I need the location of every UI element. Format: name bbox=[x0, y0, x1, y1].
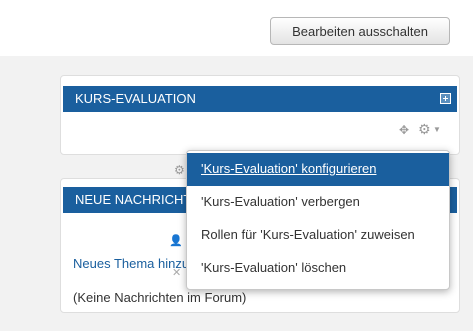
menu-item-delete[interactable]: 'Kurs-Evaluation' löschen bbox=[187, 252, 449, 285]
news-empty-text: (Keine Nachrichten im Forum) bbox=[73, 290, 247, 305]
gear-icon[interactable]: ⚙ bbox=[418, 121, 431, 137]
edit-mode-toggle-button[interactable]: Bearbeiten ausschalten bbox=[270, 17, 450, 45]
menu-item-configure[interactable]: 'Kurs-Evaluation' konfigurieren bbox=[187, 153, 449, 186]
block-actions-menu: 'Kurs-Evaluation' konfigurieren 'Kurs-Ev… bbox=[186, 150, 450, 290]
menu-item-hide[interactable]: 'Kurs-Evaluation' verbergen bbox=[187, 186, 449, 219]
course-evaluation-header: KURS-EVALUATION bbox=[63, 86, 457, 112]
course-evaluation-title: KURS-EVALUATION bbox=[75, 91, 196, 106]
gear-icon[interactable]: ⚙ bbox=[174, 163, 185, 177]
move-icon[interactable]: ✥ bbox=[399, 123, 409, 137]
collapse-icon[interactable] bbox=[440, 93, 451, 104]
top-toolbar: Bearbeiten ausschalten bbox=[0, 0, 473, 56]
menu-item-assign-roles[interactable]: Rollen für 'Kurs-Evaluation' zuweisen bbox=[187, 219, 449, 252]
user-icon[interactable]: 👤 bbox=[169, 234, 183, 247]
course-evaluation-block: KURS-EVALUATION ✥ ⚙ ▼ bbox=[60, 75, 460, 155]
chevron-down-icon[interactable]: ▼ bbox=[433, 123, 441, 137]
